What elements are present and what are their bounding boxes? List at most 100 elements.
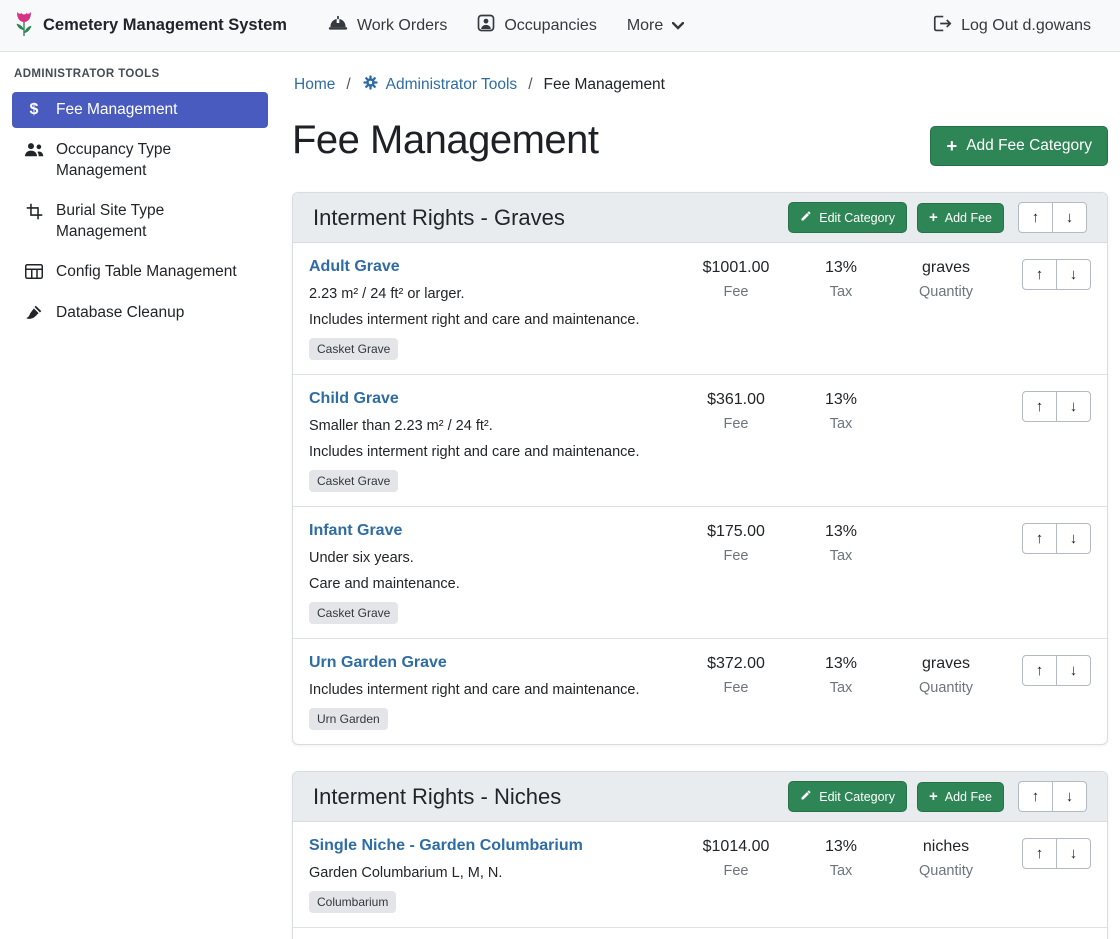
add-fee-label: Add Fee xyxy=(945,790,992,804)
category-header: Interment Rights - Niches Edit Category … xyxy=(293,772,1107,822)
plus-icon: + xyxy=(929,790,938,804)
down-arrow-icon: ↓ xyxy=(1070,845,1078,862)
fee-quantity-col: graves Quantity xyxy=(887,258,1005,300)
fee-amount-col: $175.00 Fee xyxy=(677,522,795,564)
add-fee-category-label: Add Fee Category xyxy=(966,137,1092,155)
pencil-icon xyxy=(800,789,812,804)
fee-tax-label: Tax xyxy=(795,416,887,432)
sidebar-item-occupancy-type[interactable]: Occupancy Type Management xyxy=(12,132,268,189)
sidebar-item-label: Config Table Management xyxy=(56,262,237,282)
up-arrow-icon: ↑ xyxy=(1036,266,1044,283)
fee-info: Child Grave Smaller than 2.23 m² / 24 ft… xyxy=(309,390,677,492)
fee-name-link[interactable]: Urn Garden Grave xyxy=(309,654,447,671)
move-category-down-button[interactable]: ↓ xyxy=(1052,781,1087,812)
up-arrow-icon: ↑ xyxy=(1036,662,1044,679)
users-icon xyxy=(24,142,44,157)
fee-tax: 13% xyxy=(795,523,887,541)
add-fee-button[interactable]: + Add Fee xyxy=(917,782,1004,812)
fee-amount-col: $1014.00 Fee xyxy=(677,837,795,879)
fee-reorder-controls: ↑ ↓ xyxy=(1022,522,1091,554)
fee-reorder-controls: ↑ ↓ xyxy=(1022,837,1091,869)
fee-tax-label: Tax xyxy=(795,548,887,564)
top-navbar: Cemetery Management System Work Orders O… xyxy=(0,0,1120,52)
category-title: Interment Rights - Niches xyxy=(313,784,778,810)
move-category-up-button[interactable]: ↑ xyxy=(1018,202,1053,233)
fee-quantity-unit: graves xyxy=(887,655,1005,673)
sidebar-item-database-cleanup[interactable]: Database Cleanup xyxy=(12,295,268,331)
fee-category-card: Interment Rights - Graves Edit Category … xyxy=(292,192,1108,745)
fee-quantity-col xyxy=(887,390,1005,391)
fee-info: Urn Garden Grave Includes interment righ… xyxy=(309,654,677,730)
move-fee-up-button[interactable]: ↑ xyxy=(1022,523,1057,554)
nav-more[interactable]: More xyxy=(612,9,699,43)
fee-tax-col: 13% Tax xyxy=(795,837,887,879)
sidebar-item-fee-management[interactable]: $ Fee Management xyxy=(12,92,268,128)
move-fee-down-button[interactable]: ↓ xyxy=(1056,391,1091,422)
logout-label: Log Out d.gowans xyxy=(961,17,1091,35)
app-brand[interactable]: Cemetery Management System xyxy=(14,10,287,42)
fee-amount-col: $1001.00 Fee xyxy=(677,258,795,300)
move-fee-down-button[interactable]: ↓ xyxy=(1056,655,1091,686)
fee-description-line: Care and maintenance. xyxy=(309,576,677,592)
fee-quantity-unit: graves xyxy=(887,259,1005,277)
move-fee-down-button[interactable]: ↓ xyxy=(1056,838,1091,869)
page-title: Fee Management xyxy=(292,118,599,163)
move-fee-up-button[interactable]: ↑ xyxy=(1022,391,1057,422)
move-fee-down-button[interactable]: ↓ xyxy=(1056,259,1091,290)
fee-tax: 13% xyxy=(795,838,887,856)
nav-more-label: More xyxy=(627,17,663,35)
logout-icon xyxy=(933,15,952,37)
fee-amount: $372.00 xyxy=(677,655,795,673)
move-fee-up-button[interactable]: ↑ xyxy=(1022,655,1057,686)
sidebar-item-label: Burial Site Type Management xyxy=(56,201,256,242)
edit-category-button[interactable]: Edit Category xyxy=(788,202,907,233)
sidebar-item-label: Database Cleanup xyxy=(56,303,184,323)
move-category-up-button[interactable]: ↑ xyxy=(1018,781,1053,812)
nav-occupancies[interactable]: Occupancies xyxy=(462,6,612,45)
breadcrumb-home-link[interactable]: Home xyxy=(294,76,335,94)
fee-name-link[interactable]: Adult Grave xyxy=(309,258,400,275)
sidebar-item-config-table[interactable]: Config Table Management xyxy=(12,254,268,290)
main-content: Home / Administrator Tool xyxy=(280,52,1120,939)
sidebar-item-burial-site-type[interactable]: Burial Site Type Management xyxy=(12,193,268,250)
app-title: Cemetery Management System xyxy=(43,16,287,35)
fee-quantity-col: niches Quantity xyxy=(887,837,1005,879)
fee-row: Child Grave Smaller than 2.23 m² / 24 ft… xyxy=(293,375,1107,507)
edit-category-button[interactable]: Edit Category xyxy=(788,781,907,812)
breadcrumb-admin-tools-link[interactable]: Administrator Tools xyxy=(362,74,518,96)
up-arrow-icon: ↑ xyxy=(1036,398,1044,415)
fee-info: Single Niche - Garden Columbarium Garden… xyxy=(309,837,677,913)
move-fee-down-button[interactable]: ↓ xyxy=(1056,523,1091,554)
move-fee-up-button[interactable]: ↑ xyxy=(1022,259,1057,290)
up-arrow-icon: ↑ xyxy=(1032,788,1040,805)
nav-work-orders[interactable]: Work Orders xyxy=(313,6,462,45)
fee-name-link[interactable]: Single Niche - Garden Columbarium xyxy=(309,837,583,854)
breadcrumb-current: Fee Management xyxy=(544,76,666,94)
move-category-down-button[interactable]: ↓ xyxy=(1052,202,1087,233)
fee-name-link[interactable]: Infant Grave xyxy=(309,522,402,539)
fee-name-link[interactable]: Child Grave xyxy=(309,390,399,407)
sidebar-heading: ADMINISTRATOR TOOLS xyxy=(14,68,266,80)
fee-tax-col: 13% Tax xyxy=(795,390,887,432)
fee-quantity-col: graves Quantity xyxy=(887,654,1005,696)
fee-amount-label: Fee xyxy=(677,548,795,564)
fee-quantity-col xyxy=(887,522,1005,523)
broom-icon xyxy=(24,305,44,321)
pencil-icon xyxy=(800,210,812,225)
fee-quantity-label: Quantity xyxy=(887,284,1005,300)
logout-link[interactable]: Log Out d.gowans xyxy=(918,7,1106,45)
breadcrumb-admin-tools-label: Administrator Tools xyxy=(386,76,518,94)
nav-occupancies-label: Occupancies xyxy=(504,17,597,35)
fee-tax-col: 13% Tax xyxy=(795,522,887,564)
fee-amount-col: $361.00 Fee xyxy=(677,390,795,432)
fee-amount-label: Fee xyxy=(677,416,795,432)
fee-amount: $175.00 xyxy=(677,523,795,541)
add-fee-button[interactable]: + Add Fee xyxy=(917,203,1004,233)
gear-icon xyxy=(362,74,379,96)
fee-tax-col: 13% Tax xyxy=(795,654,887,696)
move-fee-up-button[interactable]: ↑ xyxy=(1022,838,1057,869)
fee-row: Infant Grave Under six years. Care and m… xyxy=(293,507,1107,639)
add-fee-category-button[interactable]: + Add Fee Category xyxy=(930,126,1108,166)
fee-description-line: Smaller than 2.23 m² / 24 ft². xyxy=(309,418,677,434)
nav-work-orders-label: Work Orders xyxy=(357,17,447,35)
